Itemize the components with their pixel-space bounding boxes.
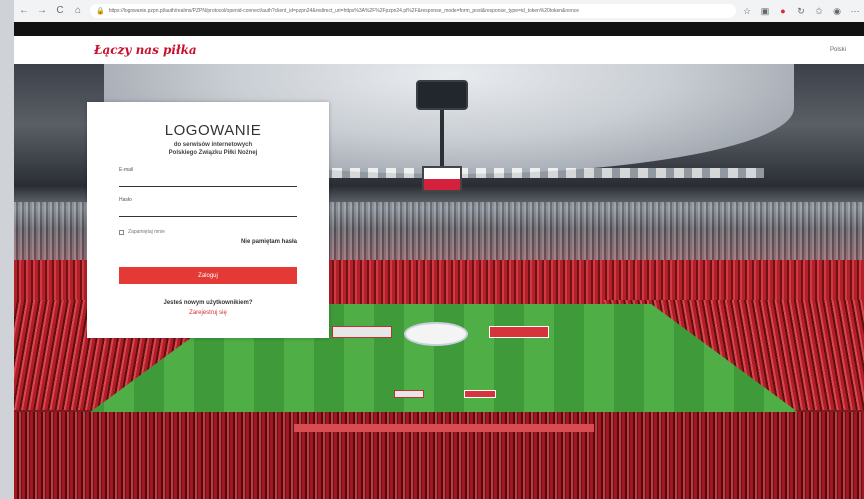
email-field-group: E-mail [119,167,297,187]
favorites-icon[interactable]: ✩ [814,6,824,17]
login-card: LOGOWANIE do serwisów internetowych Pols… [87,102,329,338]
forward-icon[interactable]: → [36,5,48,17]
login-subtitle: do serwisów internetowych Polskiego Zwią… [129,141,297,157]
polish-flag-screen [422,166,462,192]
new-user-text: Jesteś nowym użytkownikiem? [163,300,253,306]
refresh-extension-icon[interactable]: ↻ [796,6,806,17]
back-icon[interactable]: ← [18,5,30,17]
home-icon[interactable]: ⌂ [72,5,84,17]
login-subtitle-line2: Polskiego Związku Piłki Nożnej [168,150,258,156]
extension-icon[interactable]: ▣ [760,6,770,17]
more-menu-icon[interactable]: ⋯ [850,6,860,17]
pitch-banner [394,390,424,398]
email-field[interactable] [119,179,297,187]
email-label: E-mail [119,167,134,173]
language-link[interactable]: Polski [830,47,846,53]
browser-toolbar: ← → C ⌂ 🔒 https://logowanie.pzpn.pl/auth… [14,0,864,22]
top-black-bar [14,22,864,36]
pitch-banner [332,326,392,338]
login-subtitle-line1: do serwisów internetowych [173,142,253,148]
site-header: Łączy nas piłka Polski [14,36,864,64]
jumbotron [416,80,468,110]
address-bar[interactable]: 🔒 https://logowanie.pzpn.pl/auth/realms/… [90,4,736,18]
jumbotron-cable [440,110,444,166]
login-button[interactable]: Zaloguj [119,267,297,284]
login-title: LOGOWANIE [164,122,262,139]
remember-me-checkbox[interactable] [119,229,124,235]
password-field[interactable] [119,209,297,217]
star-icon[interactable]: ☆ [742,6,752,17]
register-link[interactable]: Zarejestruj się [119,310,297,316]
password-field-group: Hasło [119,197,297,217]
adblock-icon[interactable]: ● [778,6,788,16]
lock-icon: 🔒 [96,8,105,15]
advertising-board [294,424,594,432]
forgot-password-link[interactable]: Nie pamiętam hasła [119,239,297,245]
screenshot-frame: ← → C ⌂ 🔒 https://logowanie.pzpn.pl/auth… [14,0,864,499]
password-label: Hasło [119,197,132,203]
pitch-banner [489,326,549,338]
extension-icons: ☆ ▣ ● ↻ ✩ ◉ ⋯ [742,6,860,17]
pitch-banner [464,390,496,398]
remember-me: Zapamiętaj mnie [119,229,297,235]
reload-icon[interactable]: C [54,5,66,17]
url-text[interactable]: https://logowanie.pzpn.pl/auth/realms/PZ… [109,8,579,14]
remember-me-label[interactable]: Zapamiętaj mnie [128,229,165,235]
profile-icon[interactable]: ◉ [832,6,842,17]
site-logo[interactable]: Łączy nas piłka [94,43,197,57]
center-flag [404,322,468,346]
